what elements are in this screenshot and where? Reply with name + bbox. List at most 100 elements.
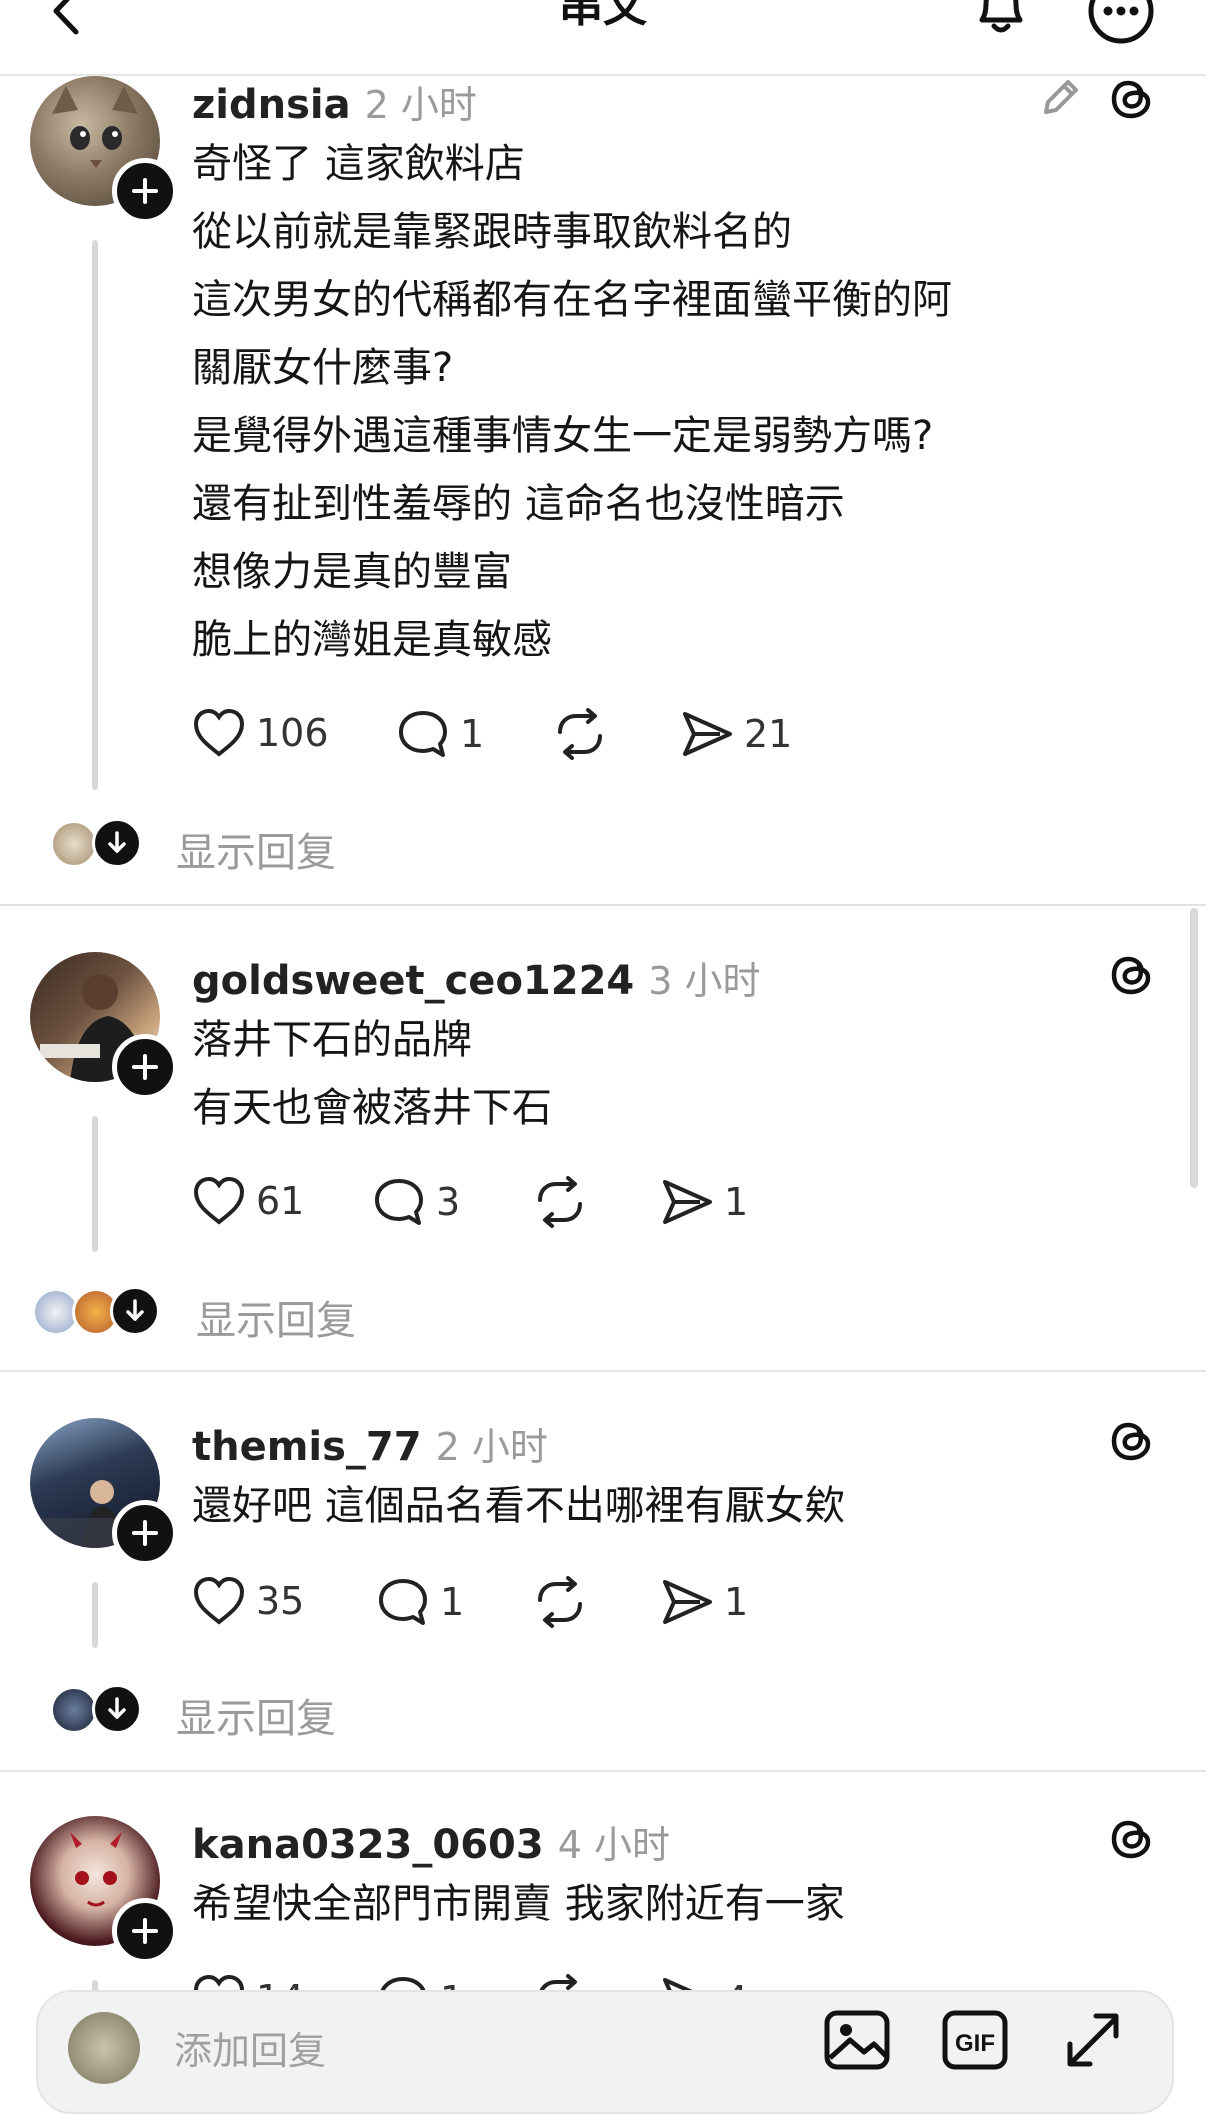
like-count: 106 bbox=[256, 711, 329, 755]
repost-button[interactable] bbox=[552, 708, 608, 760]
like-count: 61 bbox=[256, 1179, 305, 1223]
reply-bar: 添加回复 GIF bbox=[36, 1990, 1174, 2114]
post-time: 3 小时 bbox=[648, 959, 761, 1003]
post-text-line: 是覺得外遇這種事情女生一定是弱勢方嗎? bbox=[192, 413, 934, 459]
post-text-line: 落井下石的品牌 bbox=[192, 1017, 472, 1063]
notifications-button[interactable] bbox=[970, 0, 1032, 42]
comment-count: 1 bbox=[440, 1580, 465, 1624]
send-icon bbox=[663, 1180, 712, 1224]
gif-button[interactable]: GIF bbox=[940, 2008, 1010, 2072]
comment-count: 1 bbox=[460, 712, 485, 756]
post-text-line: 有天也會被落井下石 bbox=[192, 1085, 552, 1131]
top-bar: 串文 bbox=[0, 0, 1206, 76]
share-count: 21 bbox=[744, 712, 793, 756]
divider bbox=[0, 1370, 1206, 1372]
expand-button[interactable] bbox=[1058, 2008, 1128, 2072]
post-text-line: 脆上的灣姐是真敏感 bbox=[192, 617, 552, 663]
thread-line bbox=[92, 1582, 98, 1648]
post: goldsweet_ceo1224 3 小时 落井下石的品牌 有天也會被落井下石 … bbox=[0, 950, 1206, 1370]
like-button[interactable]: 61 bbox=[192, 1176, 304, 1226]
threads-button[interactable] bbox=[1108, 1416, 1158, 1466]
comment-icon bbox=[399, 711, 447, 757]
share-count: 1 bbox=[724, 1580, 749, 1624]
username[interactable]: goldsweet_ceo1224 bbox=[192, 958, 634, 1004]
my-avatar bbox=[68, 2012, 140, 2084]
svg-text:GIF: GIF bbox=[955, 2030, 995, 2057]
post: themis_77 2 小时 還好吧 這個品名看不出哪裡有厭女欸 35 1 1 显… bbox=[0, 1416, 1206, 1772]
follow-button[interactable] bbox=[112, 1898, 178, 1964]
post-time: 2 小时 bbox=[435, 1425, 548, 1469]
comment-button[interactable]: 1 bbox=[396, 708, 484, 760]
plus-icon bbox=[132, 1918, 158, 1944]
comment-button[interactable]: 3 bbox=[372, 1176, 460, 1228]
more-button[interactable] bbox=[1086, 0, 1156, 44]
plus-icon bbox=[132, 1054, 158, 1080]
scrollbar[interactable] bbox=[1190, 908, 1198, 1188]
post-text-line: 從以前就是靠緊跟時事取飲料名的 bbox=[192, 209, 792, 255]
comment-icon bbox=[379, 1579, 427, 1625]
expand-replies-button[interactable] bbox=[92, 1684, 142, 1734]
username[interactable]: zidnsia bbox=[192, 82, 351, 128]
post-text-line: 還有扯到性羞辱的 這命名也沒性暗示 bbox=[192, 481, 845, 527]
threads-icon bbox=[1111, 80, 1151, 119]
threads-button[interactable] bbox=[1108, 1814, 1158, 1864]
follow-button[interactable] bbox=[112, 1500, 178, 1566]
comment-icon bbox=[375, 1179, 423, 1225]
share-count: 1 bbox=[724, 1180, 749, 1224]
post-text-line: 這次男女的代稱都有在名字裡面蠻平衡的阿 bbox=[192, 277, 952, 323]
attach-image-button[interactable] bbox=[822, 2008, 892, 2072]
plus-icon bbox=[132, 1520, 158, 1546]
chevron-left-icon bbox=[53, 0, 79, 35]
share-button[interactable]: 1 bbox=[660, 1176, 748, 1228]
post-body: 希望快全部門市開賣 我家附近有一家 bbox=[192, 1870, 845, 1938]
heart-icon bbox=[193, 708, 245, 757]
follow-button[interactable] bbox=[112, 1034, 178, 1100]
share-button[interactable]: 21 bbox=[680, 708, 792, 760]
like-button[interactable]: 35 bbox=[192, 1576, 304, 1626]
follow-button[interactable] bbox=[112, 158, 178, 224]
comment-button[interactable]: 1 bbox=[376, 1576, 464, 1628]
show-replies-link[interactable]: 显示回复 bbox=[176, 1686, 336, 1744]
threads-icon bbox=[1111, 1820, 1151, 1859]
plus-icon bbox=[132, 178, 158, 204]
username[interactable]: themis_77 bbox=[192, 1424, 422, 1470]
post-time: 2 小时 bbox=[364, 83, 477, 127]
post-text-line: 奇怪了 這家飲料店 bbox=[192, 141, 525, 187]
thread-line bbox=[92, 1116, 98, 1252]
send-icon bbox=[663, 1580, 712, 1624]
heart-icon bbox=[193, 1576, 245, 1625]
repost-button[interactable] bbox=[532, 1176, 588, 1228]
like-button[interactable]: 106 bbox=[192, 708, 329, 758]
post: zidnsia 2 小时 奇怪了 這家飲料店 從以前就是靠緊跟時事取飲料名的 這次… bbox=[0, 74, 1206, 904]
expand-replies-button[interactable] bbox=[110, 1286, 160, 1336]
like-count: 35 bbox=[256, 1579, 305, 1623]
post-text-line: 還好吧 這個品名看不出哪裡有厭女欸 bbox=[192, 1483, 845, 1529]
edit-button[interactable] bbox=[1036, 74, 1084, 122]
image-icon bbox=[824, 2010, 890, 2070]
threads-button[interactable] bbox=[1108, 74, 1158, 124]
threads-icon bbox=[1111, 956, 1151, 995]
pencil-icon bbox=[1044, 80, 1078, 114]
post-body: 落井下石的品牌 有天也會被落井下石 bbox=[192, 1006, 552, 1142]
page-title: 串文 bbox=[559, 0, 647, 32]
divider bbox=[0, 1770, 1206, 1772]
back-button[interactable] bbox=[44, 0, 88, 36]
replier-avatar bbox=[50, 1686, 98, 1734]
bell-icon bbox=[979, 0, 1023, 33]
repost-icon bbox=[558, 708, 602, 760]
show-replies-link[interactable]: 显示回复 bbox=[176, 820, 336, 878]
arrow-down-icon bbox=[108, 831, 126, 853]
arrow-down-icon bbox=[108, 1697, 126, 1719]
username[interactable]: kana0323_0603 bbox=[192, 1822, 544, 1868]
reply-input[interactable]: 添加回复 bbox=[174, 2020, 326, 2075]
share-button[interactable]: 1 bbox=[660, 1576, 748, 1628]
thread-line bbox=[92, 240, 98, 790]
post-body: 奇怪了 這家飲料店 從以前就是靠緊跟時事取飲料名的 這次男女的代稱都有在名字裡面… bbox=[192, 130, 952, 674]
post-time: 4 小时 bbox=[557, 1823, 670, 1867]
more-icon bbox=[1088, 0, 1154, 44]
threads-button[interactable] bbox=[1108, 950, 1158, 1000]
post-text-line: 關厭女什麼事? bbox=[192, 345, 454, 391]
expand-replies-button[interactable] bbox=[92, 818, 142, 868]
show-replies-link[interactable]: 显示回复 bbox=[196, 1288, 356, 1346]
repost-button[interactable] bbox=[532, 1576, 588, 1628]
